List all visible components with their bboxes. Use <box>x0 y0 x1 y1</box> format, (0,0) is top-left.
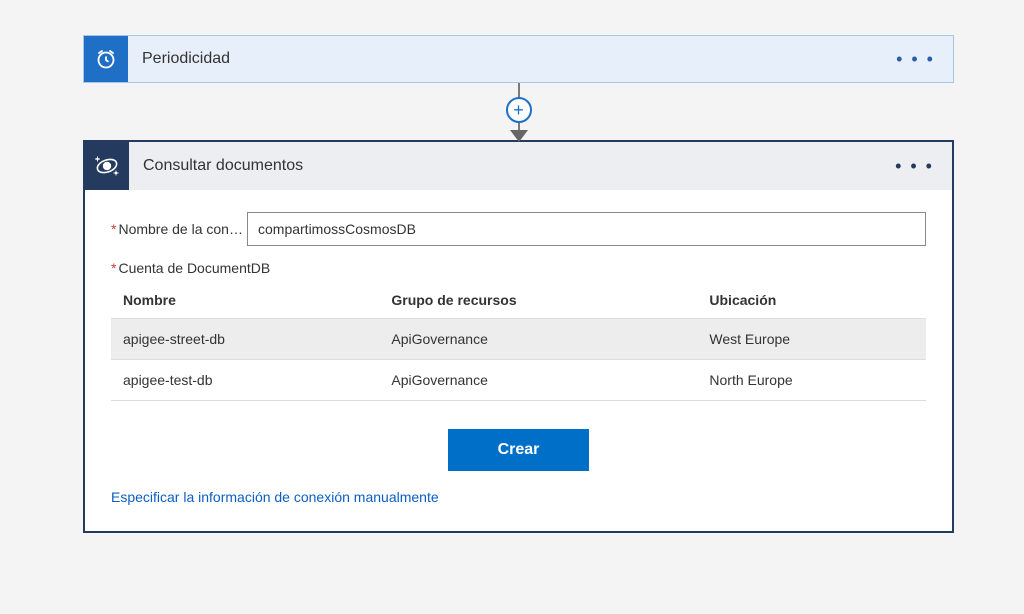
account-label: *Cuenta de DocumentDB <box>111 260 926 276</box>
documentdb-table: Nombre Grupo de recursos Ubicación apige… <box>111 282 926 401</box>
table-cell: ApiGovernance <box>379 360 697 401</box>
connection-name-label: *Nombre de la conexi… <box>111 221 247 237</box>
clock-icon <box>84 36 128 82</box>
create-button[interactable]: Crear <box>448 429 590 471</box>
table-cell: ApiGovernance <box>379 319 697 360</box>
action-card: Consultar documentos • • • *Nombre de la… <box>83 140 954 533</box>
col-location: Ubicación <box>697 282 926 319</box>
table-row[interactable]: apigee-test-dbApiGovernanceNorth Europe <box>111 360 926 401</box>
table-cell: West Europe <box>697 319 926 360</box>
trigger-title: Periodicidad <box>128 50 878 68</box>
manual-connection-link[interactable]: Especificar la información de conexión m… <box>111 489 439 505</box>
connection-name-input[interactable] <box>247 212 926 246</box>
trigger-menu-button[interactable]: • • • <box>878 49 953 70</box>
action-menu-button[interactable]: • • • <box>877 156 952 177</box>
action-header[interactable]: Consultar documentos • • • <box>85 142 952 190</box>
table-cell: apigee-test-db <box>111 360 379 401</box>
table-cell: North Europe <box>697 360 926 401</box>
table-cell: apigee-street-db <box>111 319 379 360</box>
action-title: Consultar documentos <box>129 157 877 175</box>
col-name: Nombre <box>111 282 379 319</box>
connector: + <box>83 83 954 140</box>
table-row[interactable]: apigee-street-dbApiGovernanceWest Europe <box>111 319 926 360</box>
cosmos-icon <box>85 142 129 190</box>
col-group: Grupo de recursos <box>379 282 697 319</box>
trigger-card[interactable]: Periodicidad • • • <box>83 35 954 83</box>
add-step-button[interactable]: + <box>506 97 532 123</box>
